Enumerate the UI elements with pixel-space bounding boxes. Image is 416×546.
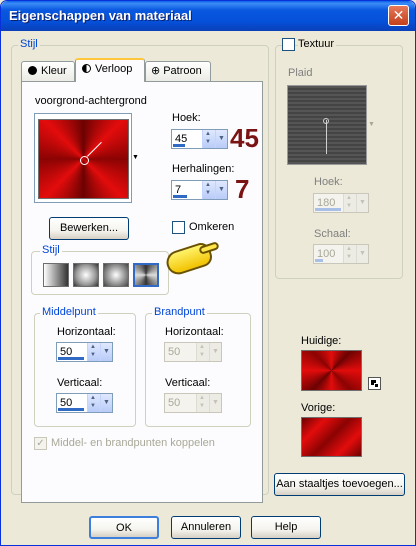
tab-gradient[interactable]: Verloop	[75, 58, 145, 82]
center-horizontal-dropdown[interactable]: ▼	[100, 343, 112, 361]
center-vertical-label: Verticaal:	[57, 377, 103, 389]
sunburst-style-button[interactable]	[103, 263, 129, 287]
repeats-dropdown[interactable]: ▼	[215, 181, 227, 199]
repeats-label: Herhalingen:	[172, 163, 235, 175]
angle-up-down[interactable]: ▲ ▼	[202, 130, 215, 148]
texture-scale-label: Schaal:	[314, 228, 351, 240]
add-to-swatches-button[interactable]: Aan staaltjes toevoegen...	[274, 473, 405, 496]
repeats-spinner[interactable]: 7 ▲ ▼ ▼	[171, 180, 228, 200]
tab-gradient-label: Verloop	[95, 63, 133, 75]
center-vertical-bar[interactable]	[58, 408, 84, 411]
texture-dropdown-arrow-icon: ▼	[368, 121, 375, 128]
texture-name: Plaid	[288, 67, 313, 79]
texture-preview	[287, 85, 367, 165]
material-properties-dialog: Eigenschappen van materiaal ✕ Stijl Kleu…	[0, 0, 416, 546]
focal-vertical-up-down: ▲ ▼	[196, 394, 209, 412]
swap-colors-icon[interactable]	[368, 377, 381, 390]
half-circle-icon	[82, 64, 91, 73]
center-horizontal-label: Horizontaal:	[57, 326, 116, 338]
previous-label: Vorige:	[301, 402, 336, 414]
texture-center-icon	[326, 120, 327, 154]
ok-button[interactable]: OK	[89, 516, 159, 539]
style-group-label: Stijl	[18, 38, 40, 50]
rectangular-style-button[interactable]	[73, 263, 99, 287]
center-horizontal-spinner[interactable]: 50 ▲ ▼ ▼	[56, 342, 113, 362]
tab-color-label: Kleur	[41, 65, 67, 77]
tab-color[interactable]: Kleur	[21, 61, 75, 81]
angle-dropdown[interactable]: ▼	[215, 130, 227, 148]
center-vertical-up-down[interactable]: ▲ ▼	[87, 394, 100, 412]
repeats-annotation: 7	[235, 174, 250, 204]
gradient-preview[interactable]	[38, 119, 129, 199]
focal-horizontal-spinner[interactable]: 50 ▲ ▼ ▼	[164, 342, 222, 362]
radial-style-button[interactable]	[133, 263, 159, 287]
center-horizontal-up-down[interactable]: ▲ ▼	[87, 343, 100, 361]
texture-angle-spinner[interactable]: 180 ▲ ▼ ▼	[313, 193, 369, 213]
focal-horizontal-up-down: ▲ ▼	[196, 343, 209, 361]
gradient-name: voorgrond-achtergrond	[35, 95, 147, 107]
edit-gradient-button[interactable]: Bewerken...	[49, 217, 129, 240]
gradient-style-group-label: Stijl	[40, 244, 62, 256]
help-button[interactable]: Help	[251, 516, 321, 539]
angle-label: Hoek:	[172, 112, 201, 124]
texture-angle-bar	[315, 208, 341, 211]
focal-vertical-spinner[interactable]: 50 ▲ ▼ ▼	[164, 393, 222, 413]
texture-angle-up-down: ▲ ▼	[343, 194, 356, 212]
texture-scale-up-down: ▲ ▼	[343, 245, 356, 263]
center-point-label: Middelpunt	[40, 306, 98, 318]
texture-checkbox[interactable]	[282, 38, 295, 51]
texture-handle-icon	[323, 118, 329, 124]
circle-icon	[28, 66, 37, 75]
texture-scale-spinner[interactable]: 100 ▲ ▼ ▼	[313, 244, 369, 264]
invert-label[interactable]: Omkeren	[189, 221, 234, 233]
center-horizontal-bar[interactable]	[58, 357, 84, 360]
focal-point-label: Brandpunt	[152, 306, 207, 318]
previous-swatch[interactable]	[301, 417, 362, 457]
linear-style-button[interactable]	[43, 263, 69, 287]
pattern-icon: ⊕	[151, 65, 161, 77]
title-bar[interactable]: Eigenschappen van materiaal ✕	[1, 1, 415, 31]
link-points-label: Middel- en brandpunten koppelen	[51, 437, 215, 449]
angle-spinner[interactable]: 45 ▲ ▼ ▼	[171, 129, 228, 149]
angle-annotation: 45	[230, 123, 259, 153]
center-vertical-dropdown[interactable]: ▼	[100, 394, 112, 412]
focal-vertical-value: 50	[168, 397, 181, 409]
texture-label[interactable]: Textuur	[298, 38, 337, 50]
close-button[interactable]: ✕	[388, 5, 409, 26]
window-title: Eigenschappen van materiaal	[9, 8, 192, 23]
tab-pattern-label: Patroon	[163, 65, 202, 77]
focal-horizontal-label: Horizontaal:	[165, 326, 224, 338]
current-label: Huidige:	[301, 335, 342, 347]
texture-angle-dropdown: ▼	[356, 194, 368, 212]
angle-slider-bar[interactable]	[173, 144, 185, 147]
focal-vertical-dropdown: ▼	[209, 394, 221, 412]
invert-checkbox[interactable]	[172, 221, 185, 234]
link-points-checkbox[interactable]: ✓	[34, 437, 47, 450]
gradient-center-handle-icon[interactable]	[80, 156, 89, 165]
gradient-dropdown-arrow-icon[interactable]: ▼	[132, 154, 139, 161]
repeats-up-down[interactable]: ▲ ▼	[202, 181, 215, 199]
gradient-angle-line	[87, 141, 102, 157]
focal-vertical-label: Verticaal:	[165, 377, 211, 389]
cancel-button[interactable]: Annuleren	[171, 516, 241, 539]
focal-horizontal-dropdown: ▼	[209, 343, 221, 361]
texture-angle-label: Hoek:	[314, 176, 343, 188]
tab-pattern[interactable]: ⊕ Patroon	[145, 61, 211, 81]
center-vertical-spinner[interactable]: 50 ▲ ▼ ▼	[56, 393, 113, 413]
repeats-slider-bar[interactable]	[173, 195, 187, 198]
focal-horizontal-value: 50	[168, 346, 181, 358]
current-swatch[interactable]	[301, 350, 362, 391]
texture-scale-dropdown: ▼	[356, 245, 368, 263]
texture-scale-bar	[315, 259, 323, 262]
